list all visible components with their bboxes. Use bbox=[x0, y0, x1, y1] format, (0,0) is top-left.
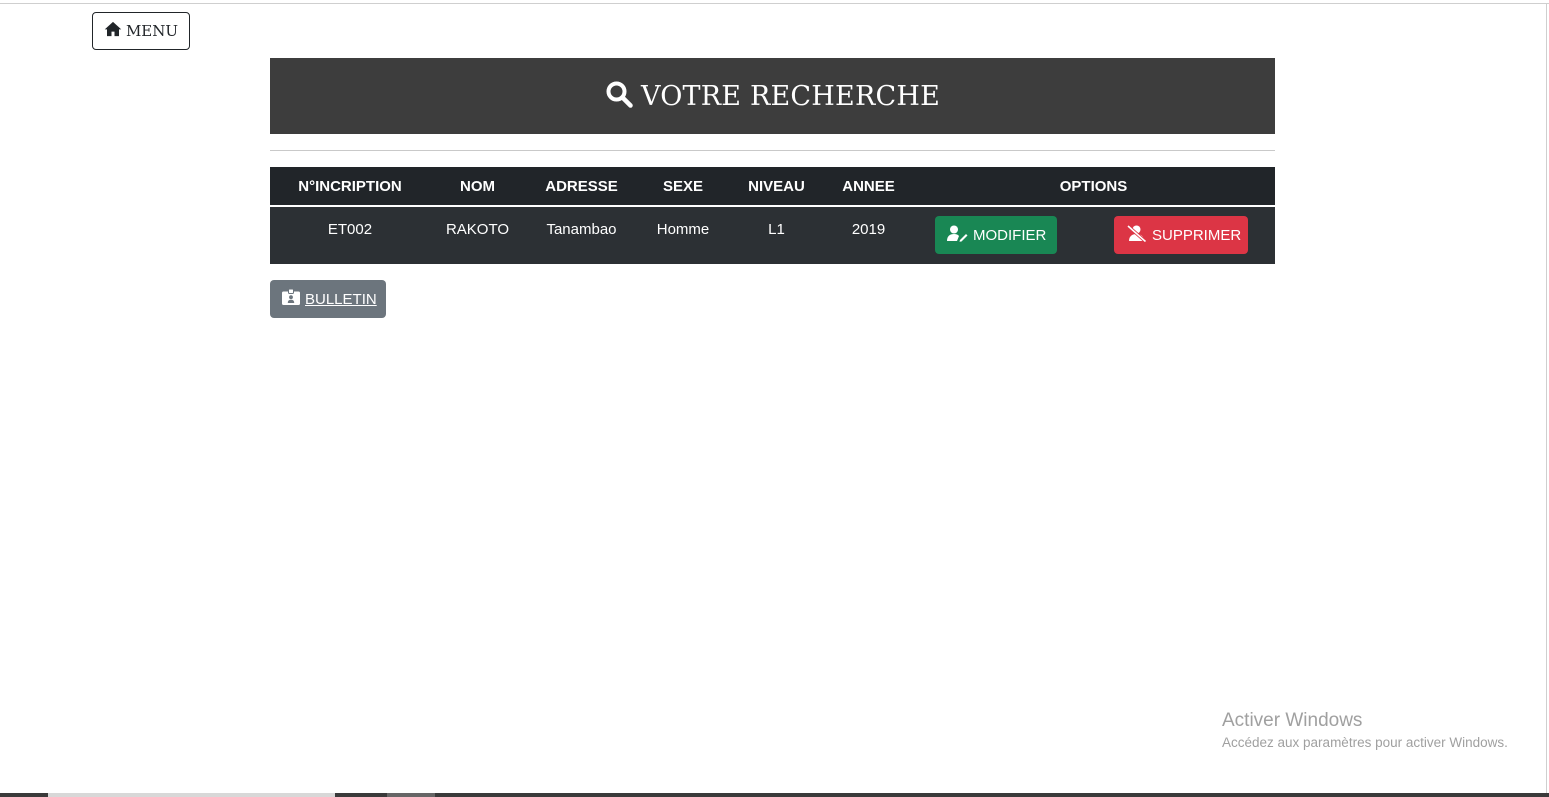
supprimer-button[interactable]: SUPPRIMER bbox=[1114, 216, 1248, 254]
window-top-border bbox=[0, 3, 1549, 4]
header-nom: NOM bbox=[460, 177, 495, 195]
bulletin-button[interactable]: BULLETIN bbox=[270, 280, 386, 318]
modifier-button[interactable]: MODIFIER bbox=[935, 216, 1057, 254]
page-banner: VOTRE RECHERCHE bbox=[270, 58, 1275, 134]
cell-nom: RAKOTO bbox=[445, 221, 510, 238]
modifier-label: MODIFIER bbox=[973, 226, 1047, 244]
user-slash-icon bbox=[1126, 224, 1147, 246]
cell-options: MODIFIER SUPPRIMER bbox=[912, 207, 1275, 264]
header-annee: ANNEE bbox=[842, 177, 895, 195]
header-niveau: NIVEAU bbox=[748, 177, 805, 195]
home-icon bbox=[104, 21, 122, 41]
menu-button[interactable]: MENU bbox=[92, 12, 190, 50]
menu-label: MENU bbox=[125, 22, 179, 40]
search-icon bbox=[605, 80, 633, 113]
taskbar-tab-active[interactable] bbox=[48, 793, 335, 797]
cell-adresse: Tanambao bbox=[546, 221, 617, 238]
watermark-subtitle: Accédez aux paramètres pour activer Wind… bbox=[1222, 735, 1508, 750]
bulletin-label: BULLETIN bbox=[305, 290, 377, 308]
watermark-title: Activer Windows bbox=[1222, 710, 1363, 731]
cell-sexe: Homme bbox=[656, 221, 710, 238]
id-card-icon bbox=[282, 288, 300, 309]
windows-activation-watermark: Activer Windows Accédez aux paramètres p… bbox=[1222, 709, 1508, 753]
taskbar-tab[interactable] bbox=[387, 793, 435, 797]
page-title: VOTRE RECHERCHE bbox=[641, 80, 940, 112]
table-header: N°INCRIPTION NOM ADRESSE SEXE NIVEAU ANN… bbox=[270, 167, 1275, 207]
cell-niveau: L1 bbox=[768, 221, 785, 238]
header-options: OPTIONS bbox=[1059, 177, 1128, 195]
cell-annee: 2019 bbox=[851, 221, 886, 238]
table-row: ET002 RAKOTO Tanambao Homme L1 2019 MODI… bbox=[270, 207, 1275, 264]
window-right-border bbox=[1546, 3, 1547, 793]
divider bbox=[270, 150, 1275, 151]
supprimer-label: SUPPRIMER bbox=[1152, 226, 1242, 244]
header-inscription: N°INCRIPTION bbox=[298, 177, 402, 195]
cell-inscription: ET002 bbox=[327, 221, 373, 238]
header-adresse: ADRESSE bbox=[545, 177, 618, 195]
results-table: N°INCRIPTION NOM ADRESSE SEXE NIVEAU ANN… bbox=[270, 167, 1275, 264]
taskbar-strip bbox=[0, 793, 1549, 797]
user-edit-icon bbox=[947, 225, 968, 246]
header-sexe: SEXE bbox=[662, 177, 704, 195]
